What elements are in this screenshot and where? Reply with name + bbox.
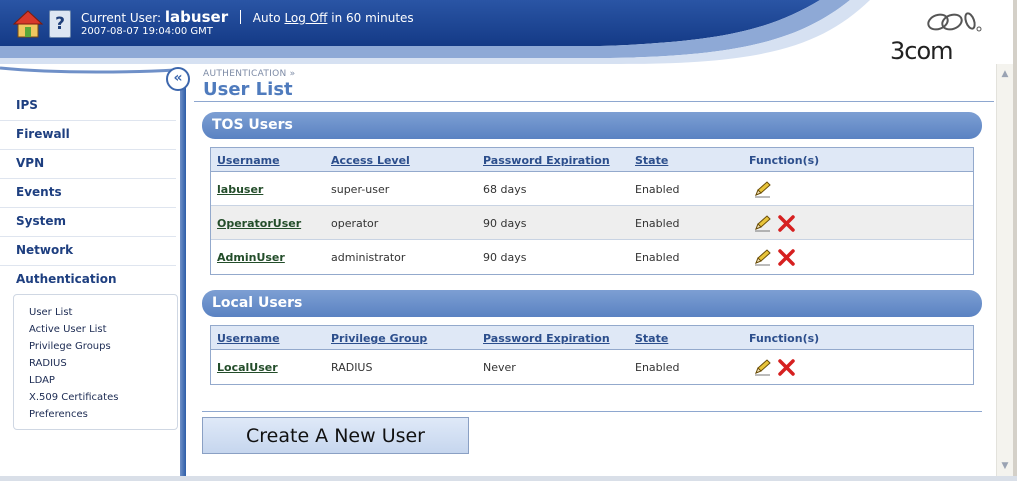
subnav-x509-certificates[interactable]: X.509 Certificates <box>14 390 177 407</box>
table-row: labuser super-user 68 days Enabled <box>211 172 973 206</box>
table-header: Username Privilege Group Password Expira… <box>211 326 973 350</box>
username-link[interactable]: labuser <box>217 183 263 196</box>
sidebar-item-ips[interactable]: IPS <box>0 92 176 121</box>
state: Enabled <box>635 217 680 230</box>
delete-icon[interactable] <box>777 248 796 266</box>
edit-icon[interactable] <box>753 248 772 266</box>
column-state[interactable]: State <box>635 332 668 345</box>
edit-icon[interactable] <box>753 214 772 232</box>
timestamp: 2007-08-07 19:04:00 GMT <box>81 26 213 37</box>
collapse-sidebar-button[interactable]: « <box>166 67 190 91</box>
vertical-scrollbar[interactable]: ▲ ▼ <box>996 64 1013 476</box>
sidebar-edge <box>180 82 186 477</box>
row-functions <box>753 214 796 232</box>
subnav-privilege-groups[interactable]: Privilege Groups <box>14 339 177 356</box>
tos-users-header: TOS Users <box>202 112 982 139</box>
current-user-line: Current User: labuser Auto Log Off in 60… <box>81 8 414 26</box>
column-functions: Function(s) <box>749 154 820 167</box>
sidebar-item-events[interactable]: Events <box>0 179 176 208</box>
local-users-table: Username Privilege Group Password Expira… <box>210 325 974 385</box>
home-icon[interactable] <box>12 8 44 40</box>
logo-text: 3COM <box>890 37 954 64</box>
header-separator <box>239 10 241 24</box>
column-username[interactable]: Username <box>217 332 280 345</box>
table-row: OperatorUser operator 90 days Enabled <box>211 206 973 240</box>
delete-icon[interactable] <box>777 214 796 232</box>
subnav-ldap[interactable]: LDAP <box>14 373 177 390</box>
column-privilege-group[interactable]: Privilege Group <box>331 332 427 345</box>
current-user-label: Current User: <box>81 11 162 25</box>
password-expiration: 90 days <box>483 217 527 230</box>
sidebar-item-vpn[interactable]: VPN <box>0 150 176 179</box>
subnav-radius[interactable]: RADIUS <box>14 356 177 373</box>
column-password-expiration[interactable]: Password Expiration <box>483 154 610 167</box>
delete-icon[interactable] <box>777 358 796 376</box>
column-functions: Function(s) <box>749 332 820 345</box>
username-link[interactable]: OperatorUser <box>217 217 301 230</box>
access-level: administrator <box>331 251 406 264</box>
state: Enabled <box>635 183 680 196</box>
access-level: super-user <box>331 183 390 196</box>
sidebar-top-curve <box>0 66 188 84</box>
row-functions <box>753 358 796 376</box>
column-state[interactable]: State <box>635 154 668 167</box>
app-header: ? Current User: labuser Auto Log Off in … <box>0 0 1017 64</box>
content-divider <box>202 411 982 412</box>
access-level: operator <box>331 217 379 230</box>
window-edge <box>1013 0 1017 481</box>
title-divider <box>194 101 994 102</box>
row-functions <box>753 248 796 266</box>
password-expiration: 68 days <box>483 183 527 196</box>
state: Enabled <box>635 251 680 264</box>
table-row: AdminUser administrator 90 days Enabled <box>211 240 973 274</box>
state: Enabled <box>635 361 680 374</box>
subnav-user-list[interactable]: User List <box>14 305 177 322</box>
scroll-up-icon[interactable]: ▲ <box>997 66 1013 82</box>
subnav-preferences[interactable]: Preferences <box>14 407 177 424</box>
local-users-header: Local Users <box>202 290 982 317</box>
subnav-active-user-list[interactable]: Active User List <box>14 322 177 339</box>
edit-icon[interactable] <box>753 180 772 198</box>
table-header: Username Access Level Password Expiratio… <box>211 148 973 172</box>
edit-icon[interactable] <box>753 358 772 376</box>
sidebar-item-firewall[interactable]: Firewall <box>0 121 176 150</box>
row-functions <box>753 180 772 198</box>
help-icon[interactable]: ? <box>49 10 71 38</box>
password-expiration: Never <box>483 361 516 374</box>
column-password-expiration[interactable]: Password Expiration <box>483 332 610 345</box>
sidebar-item-system[interactable]: System <box>0 208 176 237</box>
sidebar-item-authentication[interactable]: Authentication <box>0 266 176 295</box>
authentication-submenu: User List Active User List Privilege Gro… <box>13 294 178 430</box>
auto-label: Auto <box>252 11 281 25</box>
scroll-down-icon[interactable]: ▼ <box>997 458 1013 474</box>
table-row: LocalUser RADIUS Never Enabled <box>211 350 973 384</box>
password-expiration: 90 days <box>483 251 527 264</box>
column-username[interactable]: Username <box>217 154 280 167</box>
window-bottom-edge <box>0 476 1017 481</box>
column-access-level[interactable]: Access Level <box>331 154 410 167</box>
sidebar-item-network[interactable]: Network <box>0 237 176 266</box>
log-off-suffix: in 60 minutes <box>331 11 414 25</box>
create-new-user-button[interactable]: Create A New User <box>202 417 469 454</box>
tos-users-table: Username Access Level Password Expiratio… <box>210 147 974 275</box>
username-link[interactable]: LocalUser <box>217 361 278 374</box>
username-link[interactable]: AdminUser <box>217 251 285 264</box>
current-user-name: labuser <box>164 8 229 26</box>
log-off-link[interactable]: Log Off <box>284 11 327 25</box>
page-title: User List <box>203 79 293 100</box>
breadcrumb[interactable]: AUTHENTICATION » <box>203 69 295 79</box>
privilege-group: RADIUS <box>331 361 373 374</box>
